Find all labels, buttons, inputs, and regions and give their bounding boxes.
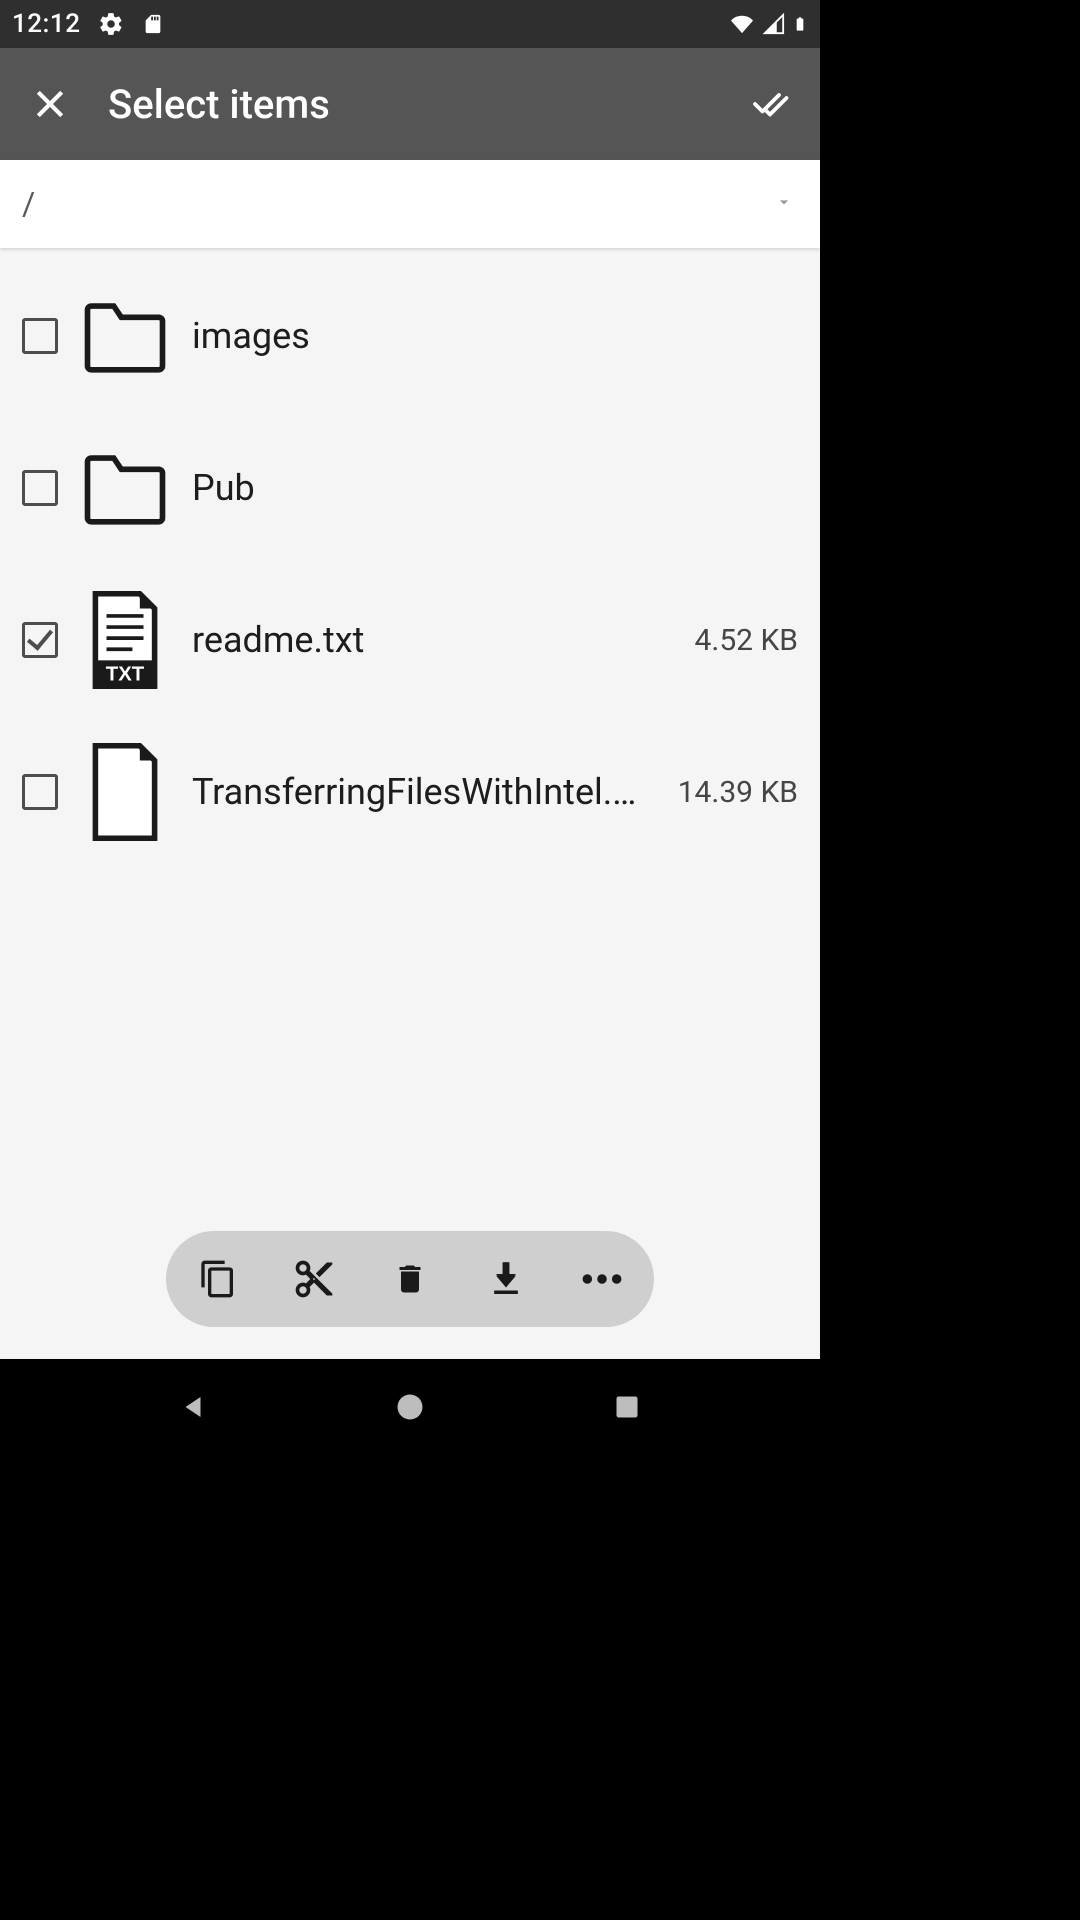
- generic-file-icon: [80, 742, 170, 842]
- nav-back-button[interactable]: [169, 1383, 217, 1431]
- breadcrumb-bar[interactable]: /: [0, 160, 820, 248]
- folder-icon: [80, 438, 170, 538]
- folder-icon: [80, 286, 170, 386]
- file-name: images: [192, 315, 776, 357]
- appbar-title: Select items: [108, 81, 330, 128]
- file-row[interactable]: Pub: [0, 412, 820, 564]
- cut-button[interactable]: [290, 1255, 338, 1303]
- breadcrumb-dropdown-icon[interactable]: [770, 192, 798, 216]
- file-size: 4.52 KB: [695, 623, 798, 658]
- file-name: Pub: [192, 467, 776, 509]
- checkbox[interactable]: [22, 318, 58, 354]
- checkbox[interactable]: [22, 470, 58, 506]
- breadcrumb-path: /: [22, 185, 35, 223]
- status-time: 12:12: [12, 9, 80, 39]
- file-name: TransferringFilesWithIntel.htm: [192, 771, 656, 813]
- status-bar: 12:12: [0, 0, 820, 48]
- settings-icon: [98, 11, 124, 37]
- nav-home-button[interactable]: [386, 1383, 434, 1431]
- checkbox[interactable]: [22, 774, 58, 810]
- select-all-button[interactable]: [740, 74, 800, 134]
- file-size: 14.39 KB: [678, 775, 798, 810]
- more-button[interactable]: [578, 1255, 626, 1303]
- delete-button[interactable]: [386, 1255, 434, 1303]
- download-button[interactable]: [482, 1255, 530, 1303]
- file-row[interactable]: TXT readme.txt 4.52 KB: [0, 564, 820, 716]
- close-button[interactable]: [20, 74, 80, 134]
- file-name: readme.txt: [192, 619, 673, 661]
- system-nav-bar: [0, 1359, 820, 1455]
- sd-card-icon: [142, 11, 164, 37]
- txt-file-icon: TXT: [80, 590, 170, 690]
- file-row[interactable]: TransferringFilesWithIntel.htm 14.39 KB: [0, 716, 820, 868]
- svg-text:TXT: TXT: [106, 664, 145, 686]
- battery-icon: [792, 11, 808, 37]
- checkbox[interactable]: [22, 622, 58, 658]
- file-list: images Pub: [0, 248, 820, 1359]
- wifi-icon: [728, 13, 756, 35]
- app-bar: Select items: [0, 48, 820, 160]
- nav-recent-button[interactable]: [603, 1383, 651, 1431]
- action-toolbar: [166, 1231, 654, 1327]
- cell-signal-icon: [762, 13, 786, 35]
- file-row[interactable]: images: [0, 260, 820, 412]
- copy-button[interactable]: [194, 1255, 242, 1303]
